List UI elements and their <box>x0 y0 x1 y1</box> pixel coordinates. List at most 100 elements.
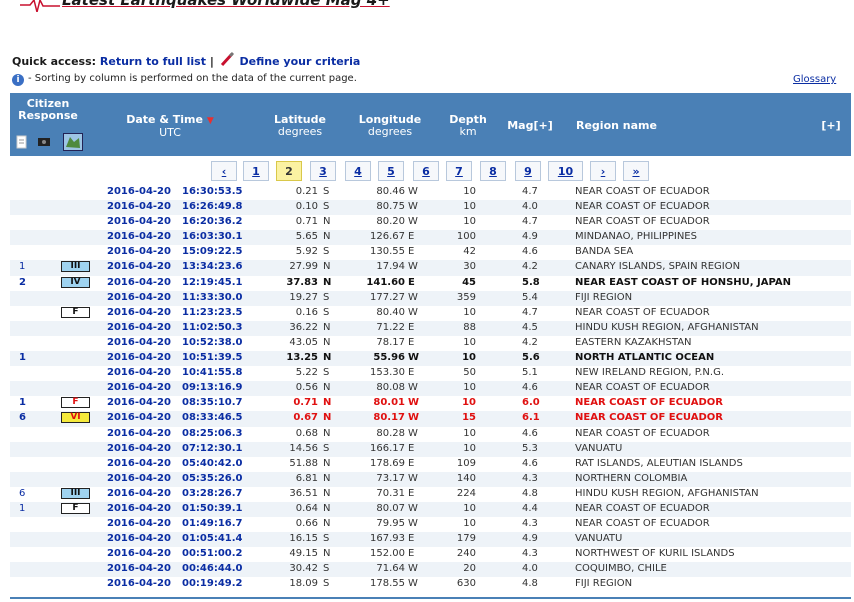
citizen-response-count[interactable]: 6 <box>19 488 25 499</box>
table-row[interactable]: 6 2016-04-20 08:33:46.5 0.67 N 80.17 W 15 6.1 NEA… <box>10 411 851 427</box>
table-row[interactable]: 2016-04-20 08:25:06.3 0.68 N 80.28 W 10 4.6 NEAR… <box>10 427 851 442</box>
table-row[interactable]: 2016-04-20 15:09:22.5 5.92 S 130.55 E 42 4.6 BAN… <box>10 245 851 260</box>
event-date-link[interactable]: 2016-04-20 <box>107 428 171 439</box>
citizen-response-count[interactable]: 1 <box>19 397 26 408</box>
event-date-link[interactable]: 2016-04-20 <box>107 307 171 318</box>
event-date-link[interactable]: 2016-04-20 <box>107 337 171 348</box>
table-row[interactable]: 6 2016-04-20 03:28:26.7 36.51 N 70.31 E 224 4.8 H… <box>10 487 851 502</box>
region-header[interactable]: Region name <box>576 120 666 132</box>
event-date-link[interactable]: 2016-04-20 <box>107 216 171 227</box>
table-row[interactable]: 2 2016-04-20 12:19:45.1 37.83 N 141.60 E 45 5.8 N… <box>10 276 851 291</box>
event-time-link[interactable]: 09:13:16.9 <box>182 382 243 393</box>
table-row[interactable]: 2016-04-20 09:13:16.9 0.56 N 80.08 W 10 4.6 NEAR… <box>10 381 851 397</box>
table-row[interactable]: 1 2016-04-20 13:34:23.6 27.99 N 17.94 W 30 4.2 CA… <box>10 260 851 276</box>
table-row[interactable]: 2016-04-20 16:30:53.5 0.21 S 80.46 W 10 4.7 NEAR… <box>10 185 851 200</box>
page-5-button[interactable]: 5 <box>378 161 404 181</box>
event-date-link[interactable]: 2016-04-20 <box>107 246 171 257</box>
event-time-link[interactable]: 00:19:49.2 <box>182 578 243 589</box>
event-date-link[interactable]: 2016-04-20 <box>107 322 171 333</box>
page-6-button[interactable]: 6 <box>413 161 439 181</box>
event-date-link[interactable]: 2016-04-20 <box>107 412 171 423</box>
event-time-link[interactable]: 16:20:36.2 <box>182 216 243 227</box>
intensity-badge[interactable]: III <box>61 261 90 273</box>
table-row[interactable]: 2016-04-20 16:03:30.1 5.65 N 126.67 E 100 4.9 MI… <box>10 230 851 246</box>
event-time-link[interactable]: 05:35:26.0 <box>182 473 243 484</box>
event-date-link[interactable]: 2016-04-20 <box>107 397 171 408</box>
event-date-link[interactable]: 2016-04-20 <box>107 488 171 499</box>
citizen-response-count[interactable]: 1 <box>19 503 25 514</box>
event-time-link[interactable]: 15:09:22.5 <box>182 246 243 257</box>
table-row[interactable]: 2016-04-20 00:19:49.2 18.09 S 178.55 W 630 4.8 F… <box>10 577 851 592</box>
map-icon[interactable] <box>63 133 83 151</box>
table-row[interactable]: 2016-04-20 11:02:50.3 36.22 N 71.22 E 88 4.5 HIN… <box>10 320 851 336</box>
event-time-link[interactable]: 11:23:23.5 <box>182 307 243 318</box>
table-row[interactable]: 2016-04-20 10:52:38.0 43.05 N 78.17 E 10 4.2 EAS… <box>10 336 851 351</box>
table-row[interactable]: 2016-04-20 00:51:00.2 49.15 N 152.00 E 240 4.3 N… <box>10 547 851 562</box>
event-date-link[interactable]: 2016-04-20 <box>107 548 171 559</box>
camera-icon[interactable] <box>37 135 51 147</box>
event-date-link[interactable]: 2016-04-20 <box>107 277 171 288</box>
table-row[interactable]: 2016-04-20 01:05:41.4 16.15 S 167.93 E 179 4.9 V… <box>10 532 851 548</box>
event-time-link[interactable]: 16:26:49.8 <box>182 201 243 212</box>
datetime-header[interactable]: Date & Time ▼ UTC <box>125 114 215 139</box>
table-row[interactable]: 1 2016-04-20 01:50:39.1 0.64 N 80.07 W 10 4.4 NEA… <box>10 501 851 518</box>
table-row[interactable]: 2016-04-20 05:35:26.0 6.81 N 73.17 W 140 4.3 NOR… <box>10 471 851 487</box>
event-time-link[interactable]: 12:19:45.1 <box>182 277 243 288</box>
event-time-link[interactable]: 10:52:38.0 <box>182 337 243 348</box>
citizen-response-count[interactable]: 1 <box>19 352 26 363</box>
intensity-badge[interactable]: F <box>61 502 90 514</box>
event-time-link[interactable]: 01:49:16.7 <box>182 518 243 529</box>
page-2-button[interactable]: 2 <box>276 161 302 181</box>
event-time-link[interactable]: 10:41:55.8 <box>182 367 243 378</box>
page-10-button[interactable]: 10 <box>548 161 583 181</box>
table-row[interactable]: 1 2016-04-20 08:35:10.7 0.71 N 80.01 W 10 6.0 NEA… <box>10 396 851 411</box>
event-date-link[interactable]: 2016-04-20 <box>107 201 171 212</box>
event-time-link[interactable]: 08:35:10.7 <box>182 397 243 408</box>
event-date-link[interactable]: 2016-04-20 <box>107 458 171 469</box>
table-row[interactable]: 2016-04-20 05:40:42.0 51.88 N 178.69 E 109 4.6 R… <box>10 457 851 472</box>
page-7-button[interactable]: 7 <box>446 161 472 181</box>
table-row[interactable]: 2016-04-20 16:20:36.2 0.71 N 80.20 W 10 4.7 NEAR… <box>10 215 851 230</box>
page-8-button[interactable]: 8 <box>480 161 506 181</box>
event-date-link[interactable]: 2016-04-20 <box>107 261 171 272</box>
table-row[interactable]: 2016-04-20 07:12:30.1 14.56 S 166.17 E 10 5.3 VA… <box>10 441 851 457</box>
event-time-link[interactable]: 01:05:41.4 <box>182 533 243 544</box>
citizen-response-count[interactable]: 1 <box>19 261 25 272</box>
page-3-button[interactable]: 3 <box>310 161 336 181</box>
longitude-header[interactable]: Longitude degrees <box>354 114 426 138</box>
event-date-link[interactable]: 2016-04-20 <box>107 186 171 197</box>
event-date-link[interactable]: 2016-04-20 <box>107 563 171 574</box>
event-time-link[interactable]: 05:40:42.0 <box>182 458 243 469</box>
intensity-badge[interactable]: F <box>61 397 90 409</box>
citizen-response-count[interactable]: 2 <box>19 277 26 288</box>
table-row[interactable]: 2016-04-20 16:26:49.8 0.10 S 80.75 W 10 4.0 NEAR… <box>10 200 851 216</box>
event-date-link[interactable]: 2016-04-20 <box>107 352 171 363</box>
event-time-link[interactable]: 13:34:23.6 <box>182 261 243 272</box>
event-time-link[interactable]: 08:25:06.3 <box>182 428 243 439</box>
event-date-link[interactable]: 2016-04-20 <box>107 231 171 242</box>
mag-header[interactable]: Mag[+] <box>503 120 557 132</box>
table-row[interactable]: 2016-04-20 11:33:30.0 19.27 S 177.27 W 359 5.4 F… <box>10 290 851 306</box>
event-time-link[interactable]: 00:46:44.0 <box>182 563 243 574</box>
page-4-button[interactable]: 4 <box>345 161 371 181</box>
document-icon[interactable] <box>16 135 28 149</box>
define-criteria-link[interactable]: Define your criteria <box>240 55 361 68</box>
next-page-button[interactable]: › <box>590 161 616 181</box>
page-9-button[interactable]: 9 <box>515 161 541 181</box>
table-row[interactable]: 1 2016-04-20 10:51:39.5 13.25 N 55.96 W 10 5.6 NO… <box>10 351 851 367</box>
event-date-link[interactable]: 2016-04-20 <box>107 367 171 378</box>
event-time-link[interactable]: 16:30:53.5 <box>182 186 243 197</box>
event-time-link[interactable]: 03:28:26.7 <box>182 488 243 499</box>
prev-page-button[interactable]: ‹ <box>211 161 237 181</box>
table-row[interactable]: 2016-04-20 01:49:16.7 0.66 N 79.95 W 10 4.3 NEAR… <box>10 517 851 532</box>
last-page-button[interactable]: » <box>623 161 649 181</box>
event-date-link[interactable]: 2016-04-20 <box>107 292 171 303</box>
intensity-badge[interactable]: VI <box>61 412 90 424</box>
table-row[interactable]: 2016-04-20 00:46:44.0 30.42 S 71.64 W 20 4.0 COQ… <box>10 562 851 578</box>
event-date-link[interactable]: 2016-04-20 <box>107 382 171 393</box>
intensity-badge[interactable]: III <box>61 487 90 499</box>
event-date-link[interactable]: 2016-04-20 <box>107 533 171 544</box>
event-time-link[interactable]: 07:12:30.1 <box>182 443 243 454</box>
event-time-link[interactable]: 10:51:39.5 <box>182 352 243 363</box>
event-time-link[interactable]: 11:33:30.0 <box>182 292 243 303</box>
